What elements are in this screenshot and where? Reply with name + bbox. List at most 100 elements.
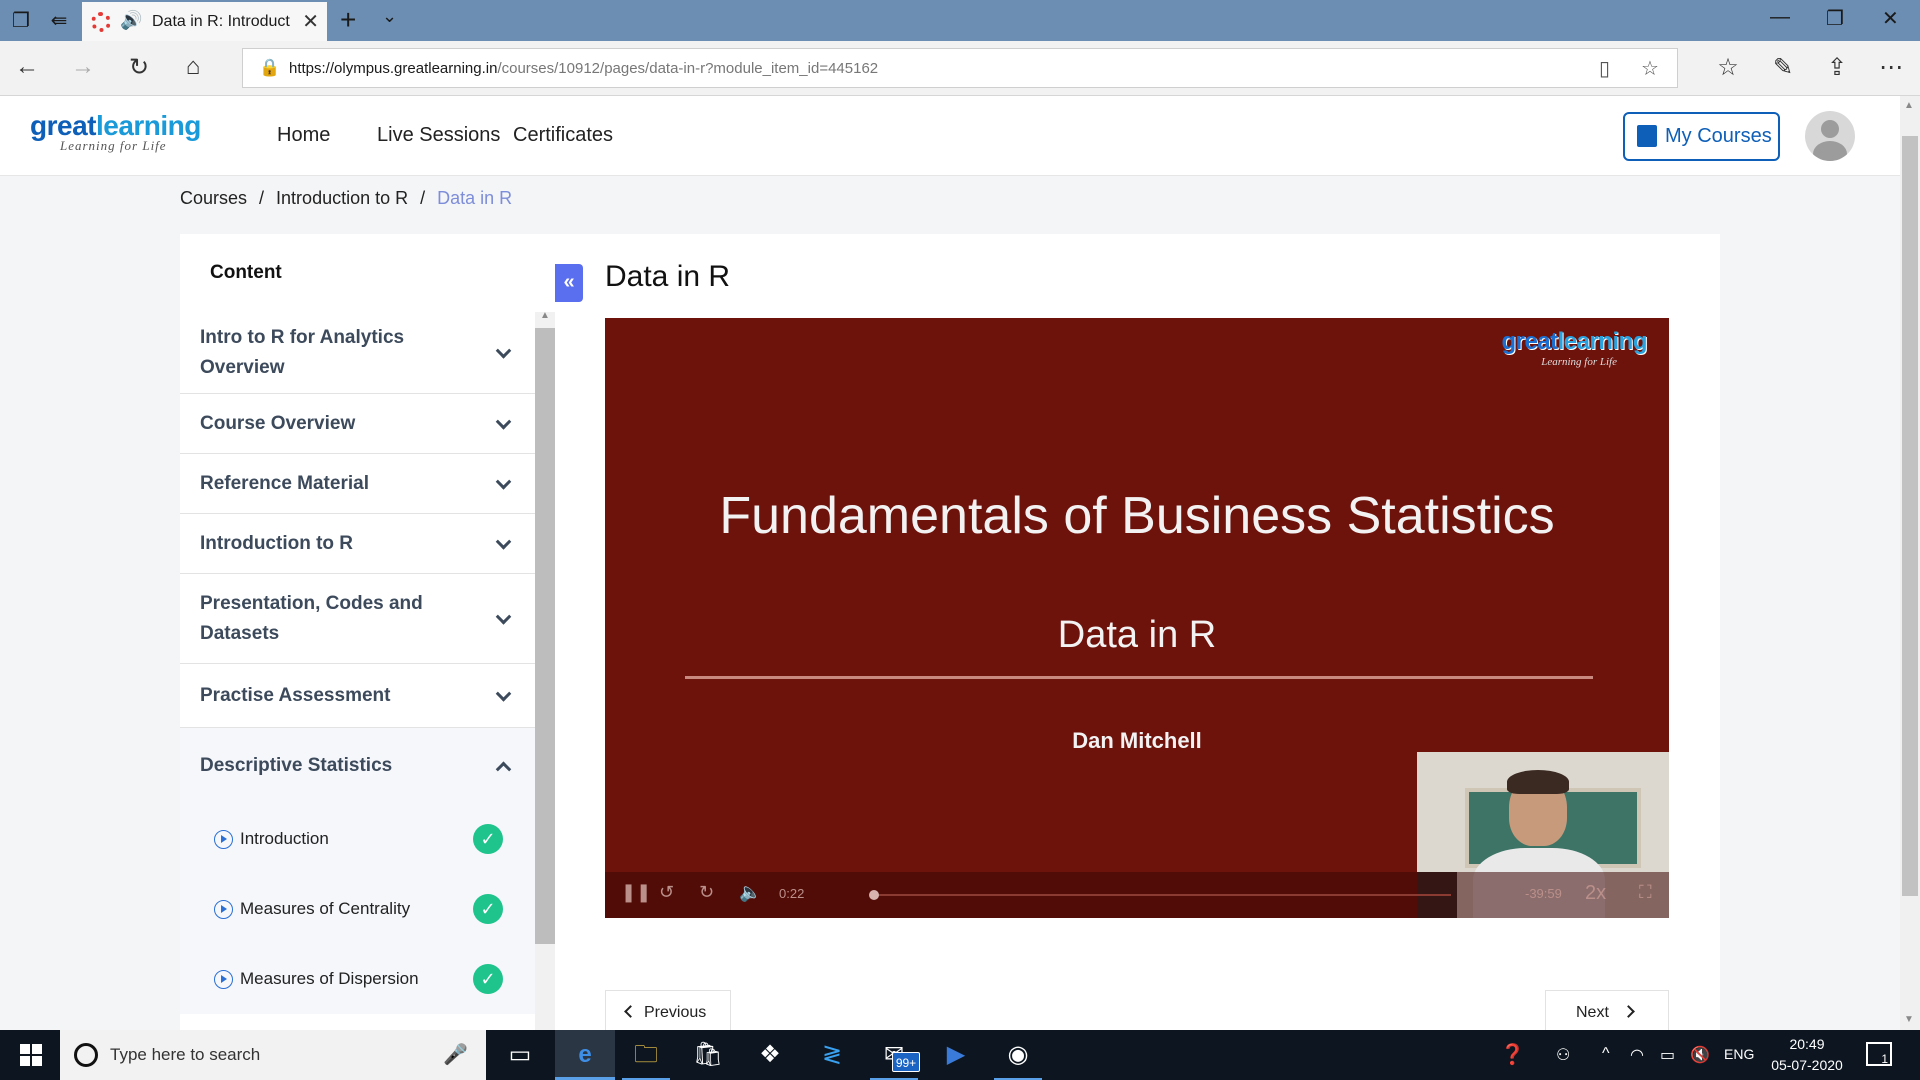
tab-preview-chevron-icon[interactable]: ⌄ <box>382 6 397 27</box>
breadcrumb-course[interactable]: Introduction to R <box>276 188 408 208</box>
rewind-icon[interactable]: ↺ <box>659 882 674 903</box>
windows-start-icon[interactable] <box>20 1044 42 1066</box>
nav-certificates[interactable]: Certificates <box>513 124 613 147</box>
breadcrumb-current: Data in R <box>437 188 513 208</box>
refresh-icon[interactable]: ↻ <box>124 53 154 82</box>
web-note-icon[interactable]: ✎ <box>1768 53 1798 82</box>
volume-icon[interactable]: 🔈 <box>739 882 761 903</box>
content-sidebar: Content Intro to R for Analytics Overvie… <box>180 234 555 1030</box>
module-intro-to-r-overview[interactable]: Intro to R for Analytics Overview <box>180 312 535 394</box>
chevron-down-icon <box>495 533 512 550</box>
pause-icon[interactable]: ❚❚ <box>621 882 651 903</box>
module-reference-material[interactable]: Reference Material <box>180 454 535 514</box>
cortana-icon <box>74 1043 98 1067</box>
page-scrollbar[interactable]: ▲ ▼ <box>1900 96 1920 1030</box>
avatar[interactable] <box>1805 111 1855 161</box>
visual-studio-code-icon[interactable]: ≷ <box>802 1030 862 1080</box>
module-introduction-to-r[interactable]: Introduction to R <box>180 514 535 574</box>
sidebar-scrollbar-thumb[interactable] <box>535 328 555 944</box>
set-aside-tabs-icon[interactable]: ⇚ <box>46 8 72 34</box>
nav-home[interactable]: Home <box>277 124 330 147</box>
url-text[interactable]: https://olympus.greatlearning.in/courses… <box>289 60 878 77</box>
nav-live-sessions[interactable]: Live Sessions <box>377 124 500 147</box>
people-icon[interactable]: ⚇ <box>1556 1045 1570 1065</box>
windows-taskbar: Type here to search 🎤 ▭ e 🗀 🛍 ❖ ≷ ✉99+ ▶… <box>0 1030 1920 1080</box>
reading-view-icon[interactable]: ▯ <box>1599 56 1610 81</box>
previous-button[interactable]: Previous <box>605 990 731 1030</box>
scroll-up-icon[interactable]: ▲ <box>540 310 550 321</box>
play-circle-icon <box>214 830 233 849</box>
module-descriptive-statistics[interactable]: Descriptive Statistics <box>180 728 535 804</box>
audio-playing-icon[interactable]: 🔊 <box>120 10 142 31</box>
taskbar-search-box[interactable]: Type here to search 🎤 <box>60 1030 486 1080</box>
playback-speed-button[interactable]: 2x <box>1585 882 1606 905</box>
microphone-icon[interactable]: 🎤 <box>443 1042 468 1067</box>
scroll-up-icon[interactable]: ▲ <box>1904 100 1914 111</box>
module-presentation-codes[interactable]: Presentation, Codes and Datasets <box>180 574 535 664</box>
dropbox-icon[interactable]: ❖ <box>740 1030 800 1080</box>
tab-title: Data in R: Introduct <box>152 13 290 30</box>
video-player[interactable]: greatlearning Learning for Life Fundamen… <box>605 318 1669 918</box>
completed-check-icon: ✓ <box>473 824 503 854</box>
browser-tab-bar: ❐ ⇚ 🔊 Data in R: Introduct ✕ + ⌄ — ❐ ✕ <box>0 0 1920 41</box>
chevron-left-icon <box>624 1005 637 1018</box>
breadcrumb-courses[interactable]: Courses <box>180 188 247 208</box>
mail-icon[interactable]: ✉99+ <box>864 1030 924 1080</box>
help-icon[interactable]: ❓ <box>1500 1042 1525 1067</box>
page-scrollbar-thumb[interactable] <box>1902 136 1918 896</box>
file-explorer-icon[interactable]: 🗀 <box>616 1030 676 1080</box>
lesson-measures-of-centrality[interactable]: Measures of Centrality ✓ <box>180 874 535 944</box>
elapsed-time: 0:22 <box>779 886 805 901</box>
slide-subtitle: Data in R <box>1057 614 1217 656</box>
close-window-icon[interactable]: ✕ <box>1882 6 1899 31</box>
lesson-introduction[interactable]: Introduction ✓ <box>180 804 535 874</box>
seek-bar[interactable] <box>871 894 1451 896</box>
remaining-time: -39:59 <box>1525 886 1562 901</box>
module-practise-assessment[interactable]: Practise Assessment <box>180 664 535 728</box>
site-favicon-icon <box>91 12 111 32</box>
minimize-icon[interactable]: — <box>1770 6 1790 29</box>
chrome-icon[interactable]: ◉ <box>988 1030 1048 1080</box>
microsoft-store-icon[interactable]: 🛍 <box>678 1030 738 1080</box>
next-button[interactable]: Next <box>1545 990 1669 1030</box>
powershell-icon[interactable]: ▶ <box>926 1030 986 1080</box>
wifi-icon[interactable]: ◠ <box>1630 1045 1644 1065</box>
fullscreen-icon[interactable]: ⛶ <box>1639 882 1652 903</box>
lock-icon[interactable]: 🔒 <box>259 58 280 78</box>
seek-handle[interactable] <box>868 890 879 900</box>
restore-icon[interactable]: ❐ <box>1826 6 1844 31</box>
language-indicator[interactable]: ENG <box>1724 1046 1754 1062</box>
favorite-star-icon[interactable]: ☆ <box>1641 56 1659 81</box>
tab-collection-icon[interactable]: ❐ <box>8 8 34 34</box>
scroll-down-icon[interactable]: ▼ <box>1904 1014 1914 1025</box>
system-clock[interactable]: 20:49 05-07-2020 <box>1762 1034 1852 1076</box>
book-icon <box>1637 125 1657 147</box>
address-bar[interactable]: 🔒 https://olympus.greatlearning.in/cours… <box>242 48 1678 88</box>
lesson-measures-of-dispersion[interactable]: Measures of Dispersion ✓ <box>180 944 535 1014</box>
my-courses-label: My Courses <box>1665 125 1772 147</box>
more-menu-icon[interactable]: ⋯ <box>1876 53 1906 82</box>
favorites-hub-icon[interactable]: ☆ <box>1713 53 1743 82</box>
chevron-right-icon <box>1622 1005 1635 1018</box>
new-tab-icon[interactable]: + <box>340 4 356 36</box>
battery-icon[interactable]: ▭ <box>1660 1045 1675 1065</box>
task-view-icon[interactable]: ▭ <box>490 1030 550 1080</box>
mail-badge: 99+ <box>892 1052 920 1072</box>
collapse-sidebar-button[interactable]: « <box>555 264 583 302</box>
action-center-icon[interactable]: 1 <box>1866 1042 1892 1066</box>
module-course-overview[interactable]: Course Overview <box>180 394 535 454</box>
sidebar-scrollbar[interactable]: ▲ <box>535 310 555 1030</box>
my-courses-button[interactable]: My Courses <box>1623 112 1780 161</box>
chevron-down-icon <box>495 685 512 702</box>
browser-tab-active[interactable]: 🔊 Data in R: Introduct ✕ <box>82 2 327 41</box>
close-tab-icon[interactable]: ✕ <box>302 9 319 34</box>
forward-icon[interactable]: ↻ <box>699 882 714 903</box>
home-icon[interactable]: ⌂ <box>178 53 208 81</box>
volume-muted-icon[interactable]: 🔇 <box>1690 1045 1710 1065</box>
forward-icon[interactable]: → <box>68 53 98 81</box>
show-hidden-icons-chevron-icon[interactable]: ^ <box>1602 1045 1610 1063</box>
share-icon[interactable]: ⇪ <box>1822 53 1852 82</box>
edge-browser-icon[interactable]: e <box>555 1030 615 1080</box>
sidebar-title: Content <box>210 262 282 283</box>
back-icon[interactable]: ← <box>12 53 42 81</box>
